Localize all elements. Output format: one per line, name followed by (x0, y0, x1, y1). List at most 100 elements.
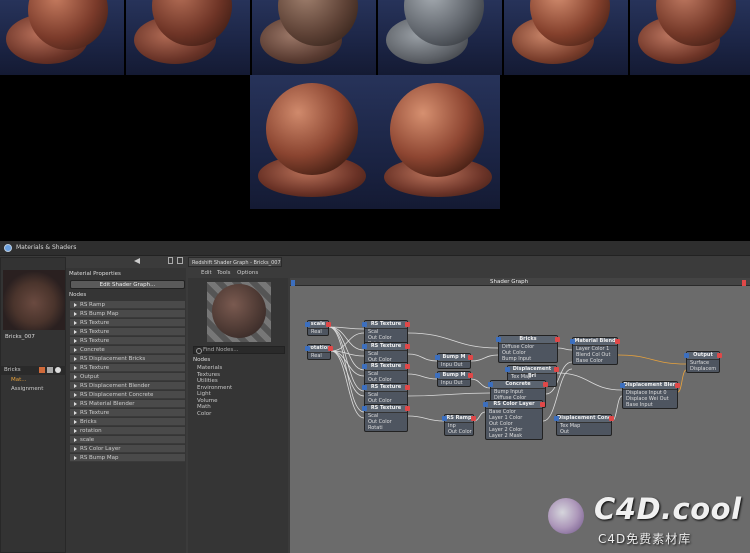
node-list-item[interactable]: RS Bump Map (70, 310, 185, 318)
node-collapse-icon[interactable] (496, 337, 501, 342)
graph-node-port[interactable]: Bump Input (499, 356, 557, 362)
node-list-item[interactable]: RS Bump Map (70, 454, 185, 462)
node-list-item[interactable]: RS Texture (70, 409, 185, 417)
graph-node[interactable]: Bump M Inpu Out (435, 353, 473, 369)
node-category-math[interactable]: Math (197, 404, 211, 410)
node-collapse-icon[interactable] (570, 339, 575, 344)
expand-triangle-icon[interactable] (74, 401, 77, 406)
node-list-item[interactable]: RS Displacement Blender (70, 382, 185, 390)
graph-node[interactable]: Output Surface Displacem (684, 351, 722, 373)
node-preview-icon[interactable] (405, 406, 410, 411)
node-preview-icon[interactable] (468, 355, 473, 360)
expand-triangle-icon[interactable] (74, 455, 77, 460)
node-preview-icon[interactable] (675, 383, 680, 388)
graph-node[interactable]: Displacement Conc Tex Map Out (554, 414, 614, 436)
node-list-item[interactable]: Bricks (70, 418, 185, 426)
node-preview-icon[interactable] (555, 337, 560, 342)
node-collapse-icon[interactable] (554, 416, 559, 421)
node-list-item[interactable]: RS Texture (70, 364, 185, 372)
node-list-item[interactable]: RS Texture (70, 328, 185, 336)
node-preview-icon[interactable] (615, 339, 620, 344)
graph-node-port[interactable]: Out (557, 429, 611, 435)
node-category-color[interactable]: Color (197, 411, 211, 417)
expand-triangle-icon[interactable] (74, 338, 77, 343)
menu-options[interactable]: Options (237, 270, 258, 276)
graph-node[interactable]: rotation Real (305, 344, 333, 360)
node-preview-icon[interactable] (405, 385, 410, 390)
node-collapse-icon[interactable] (435, 373, 440, 378)
node-collapse-icon[interactable] (362, 385, 367, 390)
node-category-light[interactable]: Light (197, 391, 211, 397)
node-list-item[interactable]: RS Displacement Bricks (70, 355, 185, 363)
node-collapse-icon[interactable] (362, 406, 367, 411)
node-list-item[interactable]: rotation (70, 427, 185, 435)
node-collapse-icon[interactable] (362, 344, 367, 349)
node-category-environment[interactable]: Environment (197, 385, 232, 391)
node-preview-icon[interactable] (554, 367, 559, 372)
expand-triangle-icon[interactable] (74, 347, 77, 352)
expand-triangle-icon[interactable] (74, 311, 77, 316)
node-list-item[interactable]: RS Color Layer (70, 445, 185, 453)
node-list-item[interactable]: RS Displacement Concrete (70, 391, 185, 399)
node-list-item[interactable]: RS Material Blender (70, 400, 185, 408)
node-category-materials[interactable]: Materials (197, 365, 222, 371)
expand-triangle-icon[interactable] (74, 428, 77, 433)
expand-triangle-icon[interactable] (74, 392, 77, 397)
node-list-item[interactable]: RS Ramp (70, 301, 185, 309)
graph-node-port[interactable]: Real (308, 353, 330, 359)
material-link-mat[interactable]: Mat... (11, 377, 27, 383)
node-collapse-icon[interactable] (488, 382, 493, 387)
node-collapse-icon[interactable] (362, 322, 367, 327)
lock-icon[interactable] (168, 257, 173, 264)
expand-triangle-icon[interactable] (74, 446, 77, 451)
node-preview-icon[interactable] (543, 382, 548, 387)
node-preview-icon[interactable] (328, 346, 333, 351)
menu-tools[interactable]: Tools (217, 270, 231, 276)
edit-shader-graph-button[interactable]: Edit Shader Graph... (70, 280, 185, 289)
node-collapse-icon[interactable] (435, 355, 440, 360)
node-collapse-icon[interactable] (362, 364, 367, 369)
node-list-item[interactable]: scale (70, 436, 185, 444)
node-collapse-icon[interactable] (483, 402, 488, 407)
node-collapse-icon[interactable] (305, 346, 310, 351)
graph-node[interactable]: RS Color Layer Base Color Layer 1 Color Out… (483, 400, 545, 440)
graph-node[interactable]: RS TextureScalOut ColorRotati (362, 404, 410, 432)
graph-node[interactable]: RS Ramp Inp Out Color (442, 414, 476, 436)
expand-triangle-icon[interactable] (74, 437, 77, 442)
node-collapse-icon[interactable] (505, 367, 510, 372)
menu-edit[interactable]: Edit (201, 270, 212, 276)
node-category-textures[interactable]: Textures (197, 372, 220, 378)
node-preview-icon[interactable] (326, 322, 331, 327)
node-list-item[interactable]: Concrete (70, 346, 185, 354)
expand-triangle-icon[interactable] (74, 320, 77, 325)
find-nodes-input[interactable]: Find Nodes... (193, 346, 285, 354)
material-link-assignment[interactable]: Assignment (11, 386, 43, 392)
render-thumb-4[interactable] (378, 0, 502, 75)
graph-node[interactable]: Displacement Blen Displace Input 0 Displac… (620, 381, 680, 409)
shader-editor-tab[interactable]: Redshift Shader Graph - Bricks_007 (188, 257, 282, 267)
expand-triangle-icon[interactable] (74, 356, 77, 361)
graph-node-port[interactable]: Inpu Out (438, 362, 470, 368)
graph-node-port[interactable]: Base Input (623, 402, 677, 408)
graph-node[interactable]: Bump M Inpu Out (435, 371, 473, 387)
graph-node-port[interactable]: Out Color (445, 429, 473, 435)
graph-node-port[interactable]: Real (308, 329, 328, 335)
graph-node-port[interactable]: Layer 2 Mask (486, 433, 542, 439)
render-thumb-2[interactable] (126, 0, 250, 75)
graph-node[interactable]: Bricks Diffuse Color Out Color Bump Input (496, 335, 560, 363)
node-collapse-icon[interactable] (442, 416, 447, 421)
material-name[interactable]: Bricks_007 (5, 334, 35, 340)
node-category-volume[interactable]: Volume (197, 398, 217, 404)
node-preview-icon[interactable] (405, 364, 410, 369)
node-preview-icon[interactable] (540, 402, 545, 407)
expand-triangle-icon[interactable] (74, 302, 77, 307)
graph-node-port[interactable]: Inpu Out (438, 380, 470, 386)
node-collapse-icon[interactable] (684, 353, 689, 358)
render-thumb-6[interactable] (630, 0, 750, 75)
graph-node-port[interactable]: Rotati (365, 425, 407, 431)
back-arrow-icon[interactable] (134, 258, 140, 264)
graph-node[interactable]: Material Blend Layer Color 1 Blend Col Out… (570, 337, 620, 365)
node-list-item[interactable]: RS Texture (70, 319, 185, 327)
node-preview-icon[interactable] (609, 416, 614, 421)
node-collapse-icon[interactable] (620, 383, 625, 388)
